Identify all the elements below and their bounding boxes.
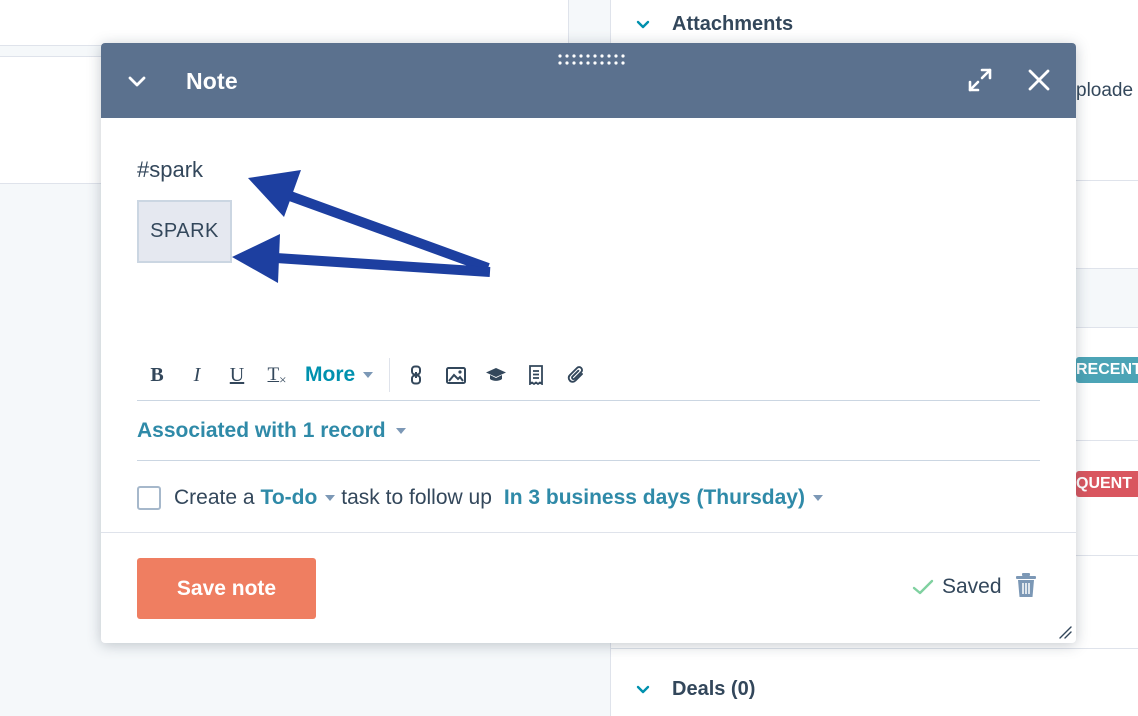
close-icon[interactable] [1027, 68, 1051, 92]
background-left-header [0, 0, 568, 46]
checkmark-icon [912, 579, 934, 595]
insert-knowledge-article-button[interactable] [476, 357, 516, 393]
attachments-title: Attachments [672, 13, 794, 35]
task-type-dropdown[interactable]: To-do [261, 486, 336, 510]
receipt-icon [529, 365, 544, 385]
task-type-label: To-do [260, 486, 318, 509]
italic-button[interactable]: I [177, 357, 217, 393]
caret-down-icon [325, 495, 336, 501]
caret-down-icon [363, 372, 374, 378]
sidebar-band [1076, 268, 1138, 328]
chevron-down-icon [636, 20, 650, 28]
insert-quote-button[interactable] [516, 357, 556, 393]
caret-down-icon [812, 495, 823, 501]
sidebar-divider [1076, 180, 1138, 181]
uploaded-text: ploade [1076, 80, 1134, 101]
toolbar-divider [389, 358, 391, 392]
save-note-button[interactable]: Save note [137, 558, 316, 619]
more-label: More [305, 363, 356, 386]
formatting-toolbar: B I U T × More [137, 357, 596, 393]
spark-snippet-chip[interactable]: SPARK [137, 200, 232, 263]
caret-down-icon [395, 428, 406, 434]
due-date-dropdown[interactable]: In 3 business days (Thursday) [504, 486, 823, 510]
deals-divider [610, 648, 1138, 649]
saved-label: Saved [942, 575, 1002, 598]
underline-button[interactable]: U [217, 357, 257, 393]
bold-button[interactable]: B [137, 357, 177, 393]
associations-divider-line [137, 460, 1040, 461]
deals-title: Deals (0) [672, 678, 756, 700]
attachments-section-header[interactable]: Attachments [636, 13, 793, 36]
modal-header[interactable]: Note [101, 43, 1076, 118]
collapse-chevron-icon[interactable] [125, 69, 149, 93]
sidebar-divider [1076, 440, 1138, 441]
trash-icon[interactable] [1015, 572, 1037, 598]
expand-icon[interactable] [967, 67, 993, 93]
clear-formatting-button[interactable]: T × [257, 357, 297, 393]
toolbar-divider-line [137, 400, 1040, 401]
graduation-cap-icon [486, 368, 507, 381]
recent-tag: RECENT [1076, 357, 1138, 383]
modal-title: Note [186, 68, 238, 94]
associations-dropdown[interactable]: Associated with 1 record [137, 419, 406, 443]
create-task-checkbox[interactable] [137, 486, 161, 510]
chevron-down-icon [636, 685, 650, 693]
associations-label: Associated with 1 record [137, 419, 386, 442]
image-icon [446, 366, 467, 384]
insert-link-button[interactable] [396, 357, 436, 393]
footer-divider [101, 532, 1076, 533]
note-modal: Note #spark SPARK B I U T × More Associa… [101, 43, 1076, 643]
resize-handle-icon[interactable] [1058, 625, 1072, 639]
followup-task-row: Create a To-do task to follow up In 3 bu… [137, 483, 823, 513]
drag-handle-icon[interactable] [556, 53, 626, 67]
background-divider [568, 0, 569, 46]
more-formatting-dropdown[interactable]: More [297, 357, 383, 393]
clear-formatting-icon: T [267, 364, 280, 385]
followup-prefix: Create a [174, 486, 255, 509]
note-editor-text[interactable]: #spark [137, 157, 203, 183]
sidebar-divider [1076, 555, 1138, 556]
attach-file-button[interactable] [556, 357, 596, 393]
followup-middle-text: task to follow up [341, 486, 492, 509]
deals-section-header[interactable]: Deals (0) [636, 678, 755, 701]
insert-image-button[interactable] [436, 357, 476, 393]
frequent-tag: QUENT [1076, 471, 1138, 497]
due-date-label: In 3 business days (Thursday) [503, 486, 805, 509]
link-icon [411, 365, 422, 385]
clear-x-icon: × [279, 372, 287, 387]
saved-status: Saved [912, 575, 1002, 599]
paperclip-icon [567, 366, 584, 383]
